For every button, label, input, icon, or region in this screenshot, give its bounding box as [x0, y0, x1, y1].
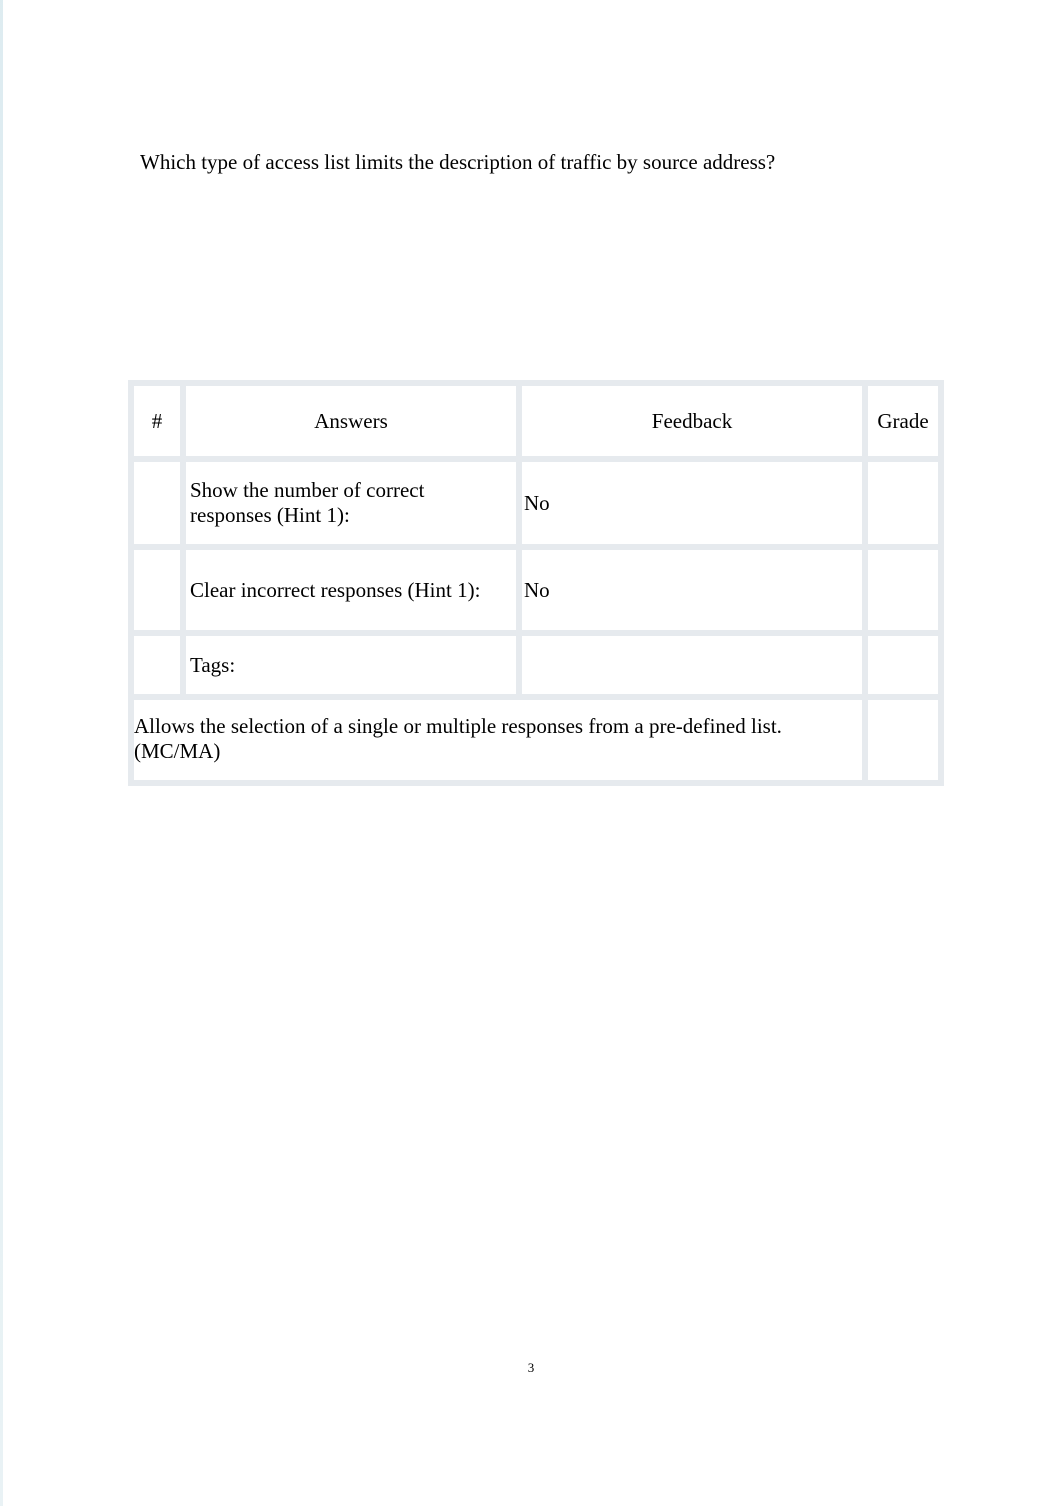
footer-grade-cell — [868, 700, 938, 780]
table-row: Tags: — [134, 636, 938, 694]
cell-number — [134, 462, 180, 544]
header-answers: Answers — [186, 386, 516, 456]
cell-number — [134, 550, 180, 630]
cell-number — [134, 636, 180, 694]
header-number: # — [134, 386, 180, 456]
page-edge-decoration — [0, 0, 3, 1506]
answers-table: # Answers Feedback Grade Show the number… — [128, 380, 944, 786]
table-row: Clear incorrect responses (Hint 1): No — [134, 550, 938, 630]
table-footer-row: Allows the selection of a single or mult… — [134, 700, 938, 780]
answers-table-container: # Answers Feedback Grade Show the number… — [128, 380, 934, 786]
cell-feedback — [522, 636, 862, 694]
cell-answers: Show the number of correct responses (Hi… — [186, 462, 516, 544]
cell-feedback: No — [522, 550, 862, 630]
table-row: Show the number of correct responses (Hi… — [134, 462, 938, 544]
cell-answers: Clear incorrect responses (Hint 1): — [186, 550, 516, 630]
cell-feedback: No — [522, 462, 862, 544]
cell-grade — [868, 636, 938, 694]
table-header-row: # Answers Feedback Grade — [134, 386, 938, 456]
header-feedback: Feedback — [522, 386, 862, 456]
cell-grade — [868, 550, 938, 630]
footer-description: Allows the selection of a single or mult… — [134, 700, 862, 780]
page-number: 3 — [0, 1360, 1062, 1376]
header-grade: Grade — [868, 386, 938, 456]
question-text: Which type of access list limits the des… — [140, 150, 775, 175]
cell-answers: Tags: — [186, 636, 516, 694]
cell-grade — [868, 462, 938, 544]
